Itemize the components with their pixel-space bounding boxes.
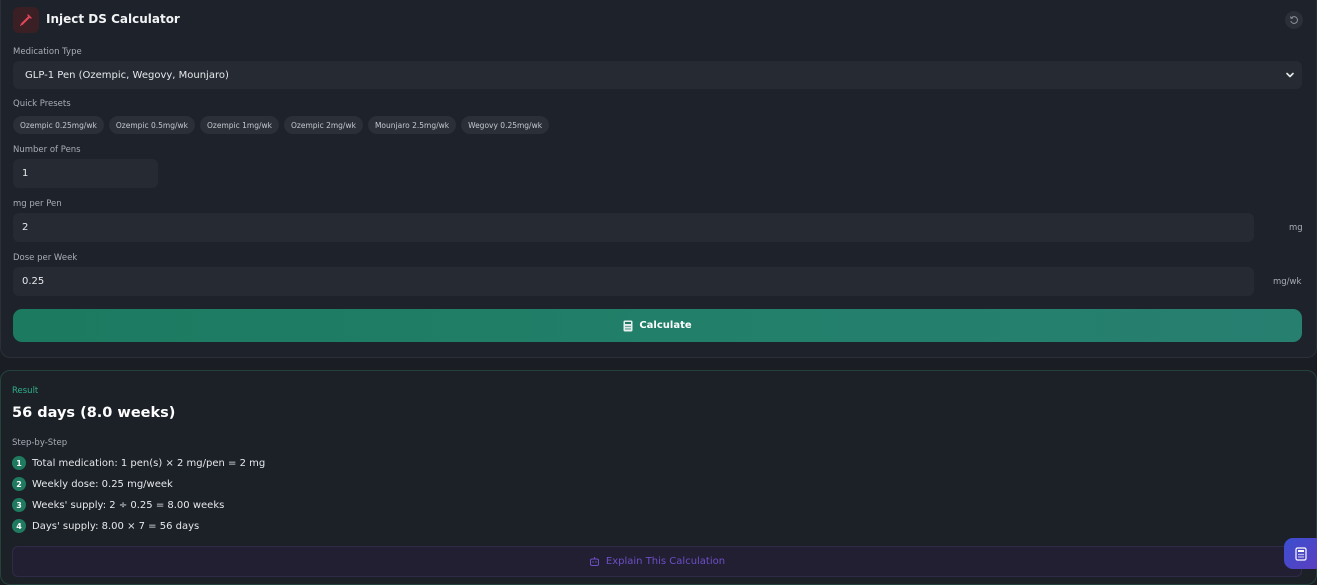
medication-type-label: Medication Type: [13, 47, 82, 57]
step-text: Weekly dose: 0.25 mg/week: [32, 478, 173, 490]
step-text: Weeks' supply: 2 ÷ 0.25 = 8.00 weeks: [32, 499, 225, 511]
reset-icon: [1289, 16, 1298, 24]
mg-per-pen-label: mg per Pen: [13, 199, 62, 209]
mg-per-pen-value: 2: [22, 222, 29, 233]
quick-presets-label: Quick Presets: [13, 99, 71, 109]
preset-chip[interactable]: Ozempic 2mg/wk: [283, 116, 363, 134]
step-number: 3: [12, 498, 26, 512]
step-item: 3 Weeks' supply: 2 ÷ 0.25 = 8.00 weeks: [12, 498, 224, 512]
num-pens-value: 1: [22, 168, 29, 179]
mg-per-pen-input[interactable]: 2: [13, 213, 1254, 242]
num-pens-input[interactable]: 1: [13, 159, 158, 188]
preset-chip[interactable]: Mounjaro 2.5mg/wk: [367, 116, 457, 134]
reset-button[interactable]: [1285, 11, 1303, 29]
step-by-step-label: Step-by-Step: [12, 438, 68, 448]
medication-type-select[interactable]: GLP-1 Pen (Ozempic, Wegovy, Mounjaro): [13, 61, 1302, 89]
calculate-button[interactable]: Calculate: [13, 309, 1302, 342]
mg-unit: mg: [1289, 223, 1303, 233]
app-title: Inject DS Calculator: [46, 12, 180, 26]
num-pens-label: Number of Pens: [13, 145, 81, 155]
preset-chip[interactable]: Wegovy 0.25mg/wk: [461, 116, 550, 134]
preset-chip[interactable]: Ozempic 0.5mg/wk: [108, 116, 196, 134]
step-number: 4: [12, 519, 26, 533]
step-item: 2 Weekly dose: 0.25 mg/week: [12, 477, 173, 491]
syringe-icon: [13, 7, 39, 33]
calculator-icon: [623, 320, 633, 331]
step-number: 1: [12, 456, 26, 470]
floating-calculator-button[interactable]: [1284, 538, 1317, 569]
calculator-icon: [1294, 546, 1307, 561]
step-number: 2: [12, 477, 26, 491]
dose-per-week-label: Dose per Week: [13, 253, 78, 263]
dose-per-week-value: 0.25: [22, 276, 45, 287]
robot-icon: [589, 557, 599, 566]
step-text: Total medication: 1 pen(s) × 2 mg/pen = …: [32, 457, 266, 469]
result-value: 56 days (8.0 weeks): [12, 405, 176, 421]
result-card: Result 56 days (8.0 weeks) Step-by-Step …: [0, 370, 1317, 585]
calculate-label: Calculate: [639, 320, 692, 331]
step-item: 4 Days' supply: 8.00 × 7 = 56 days: [12, 519, 199, 533]
step-text: Days' supply: 8.00 × 7 = 56 days: [32, 520, 200, 532]
explain-label: Explain This Calculation: [605, 556, 726, 567]
medication-type-value: GLP-1 Pen (Ozempic, Wegovy, Mounjaro): [25, 69, 229, 81]
dose-per-week-input[interactable]: 0.25: [13, 267, 1254, 296]
quick-presets: Ozempic 0.25mg/wk Ozempic 0.5mg/wk Ozemp…: [13, 116, 550, 134]
header: Inject DS Calculator: [13, 7, 1303, 33]
mg-wk-unit: mg/wk: [1273, 277, 1302, 287]
explain-calculation-button[interactable]: Explain This Calculation: [12, 546, 1302, 577]
calculator-card: Inject DS Calculator Medication Type GLP…: [0, 0, 1317, 358]
result-label: Result: [12, 386, 39, 396]
preset-chip[interactable]: Ozempic 1mg/wk: [200, 116, 279, 134]
step-item: 1 Total medication: 1 pen(s) × 2 mg/pen …: [12, 456, 265, 470]
preset-chip[interactable]: Ozempic 0.25mg/wk: [13, 116, 104, 134]
chevron-down-icon: [1286, 72, 1294, 78]
